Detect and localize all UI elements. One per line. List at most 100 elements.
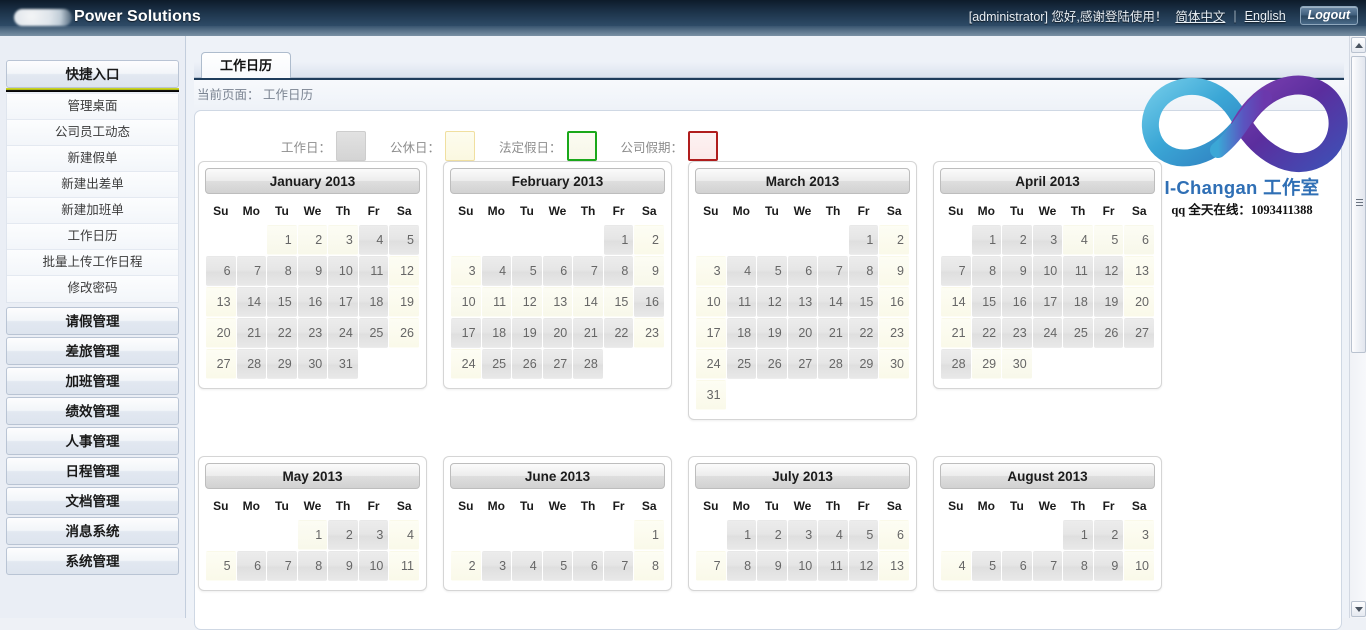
calendar-day-work[interactable]: 25 (1063, 318, 1093, 348)
calendar-day-work[interactable]: 4 (358, 225, 389, 255)
calendar-day-rest[interactable]: 27 (206, 349, 236, 379)
calendar-day-work[interactable]: 2 (328, 520, 358, 550)
calendar-day-work[interactable]: 6 (206, 256, 236, 286)
calendar-day-rest[interactable]: 26 (389, 318, 419, 348)
calendar-day-legal[interactable]: 5 (1093, 225, 1124, 255)
calendar-day-work[interactable]: 29 (267, 349, 297, 379)
scrollbar-thumb[interactable] (1351, 56, 1366, 353)
calendar-day-work[interactable]: 4 (512, 551, 542, 581)
scroll-up-button[interactable] (1351, 37, 1366, 53)
calendar-day-work[interactable]: 22 (848, 318, 879, 348)
scroll-down-button[interactable] (1351, 601, 1366, 617)
calendar-day-legal[interactable]: 10 (451, 287, 481, 317)
calendar-day-work[interactable]: 26 (512, 349, 542, 379)
sidebar-quick-item[interactable]: 修改密码 (7, 276, 178, 302)
calendar-day-work[interactable]: 9 (297, 256, 328, 286)
calendar-day-work[interactable]: 8 (1063, 551, 1093, 581)
calendar-day-work[interactable]: 30 (297, 349, 328, 379)
calendar-day-rest[interactable]: 31 (696, 380, 726, 410)
calendar-day-work[interactable]: 1 (726, 520, 757, 550)
calendar-day-work[interactable]: 7 (1032, 551, 1063, 581)
calendar-day-legal[interactable]: 3 (328, 225, 358, 255)
calendar-day-rest[interactable]: 3 (451, 256, 481, 286)
calendar-day-work[interactable]: 5 (757, 256, 787, 286)
calendar-day-work[interactable]: 6 (787, 256, 818, 286)
calendar-day-work[interactable]: 14 (818, 287, 848, 317)
calendar-day-work[interactable]: 28 (941, 349, 971, 379)
calendar-day-rest[interactable]: 6 (879, 520, 909, 550)
sidebar-section-8[interactable]: 消息系统 (6, 517, 179, 545)
calendar-day-rest[interactable]: 21 (941, 318, 971, 348)
calendar-day-work[interactable]: 7 (818, 256, 848, 286)
calendar-day-rest[interactable]: 7 (696, 551, 726, 581)
calendar-day-rest[interactable]: 30 (879, 349, 909, 379)
calendar-day-work[interactable]: 31 (328, 349, 358, 379)
calendar-day-work[interactable]: 12 (1093, 256, 1124, 286)
calendar-day-rest[interactable]: 10 (1124, 551, 1154, 581)
calendar-day-legal[interactable]: 29 (971, 349, 1002, 379)
calendar-day-work[interactable]: 5 (971, 551, 1002, 581)
calendar-day-work[interactable]: 6 (542, 256, 573, 286)
sidebar-section-4[interactable]: 绩效管理 (6, 397, 179, 425)
calendar-day-work[interactable]: 7 (603, 551, 634, 581)
calendar-day-work[interactable]: 14 (236, 287, 267, 317)
calendar-day-rest[interactable]: 20 (1124, 287, 1154, 317)
calendar-day-work[interactable]: 27 (787, 349, 818, 379)
calendar-day-work[interactable]: 17 (451, 318, 481, 348)
sidebar-quick-item[interactable]: 批量上传工作日程 (7, 250, 178, 276)
calendar-day-work[interactable]: 29 (848, 349, 879, 379)
calendar-day-work[interactable]: 26 (1093, 318, 1124, 348)
calendar-day-work[interactable]: 1 (1063, 520, 1093, 550)
calendar-day-work[interactable]: 23 (1002, 318, 1032, 348)
language-link-chinese[interactable]: 简体中文 (1175, 6, 1225, 25)
calendar-day-work[interactable]: 13 (787, 287, 818, 317)
calendar-day-work[interactable]: 2 (1093, 520, 1124, 550)
calendar-day-legal[interactable]: 30 (1002, 349, 1032, 379)
calendar-day-work[interactable]: 17 (1032, 287, 1063, 317)
calendar-day-work[interactable]: 21 (236, 318, 267, 348)
calendar-day-work[interactable]: 28 (236, 349, 267, 379)
calendar-day-work[interactable]: 15 (848, 287, 879, 317)
calendar-day-work[interactable]: 16 (634, 287, 664, 317)
sidebar-quick-item[interactable]: 新建出差单 (7, 172, 178, 198)
calendar-day-work[interactable]: 26 (757, 349, 787, 379)
calendar-day-work[interactable]: 4 (726, 256, 757, 286)
calendar-day-work[interactable]: 11 (726, 287, 757, 317)
calendar-day-work[interactable]: 25 (481, 349, 512, 379)
calendar-day-work[interactable]: 8 (971, 256, 1002, 286)
calendar-day-legal[interactable]: 9 (634, 256, 664, 286)
calendar-day-work[interactable]: 19 (757, 318, 787, 348)
calendar-day-work[interactable]: 22 (603, 318, 634, 348)
calendar-day-rest[interactable]: 2 (879, 225, 909, 255)
calendar-day-rest[interactable]: 1 (634, 520, 664, 550)
calendar-day-rest[interactable]: 5 (206, 551, 236, 581)
calendar-day-work[interactable]: 16 (297, 287, 328, 317)
calendar-day-rest[interactable]: 13 (1124, 256, 1154, 286)
calendar-day-legal[interactable]: 12 (512, 287, 542, 317)
calendar-day-work[interactable]: 22 (971, 318, 1002, 348)
calendar-day-rest[interactable]: 2 (634, 225, 664, 255)
calendar-day-work[interactable]: 27 (1124, 318, 1154, 348)
calendar-day-rest[interactable]: 13 (206, 287, 236, 317)
calendar-day-work[interactable]: 24 (1032, 318, 1063, 348)
calendar-day-rest[interactable]: 9 (879, 256, 909, 286)
calendar-day-work[interactable]: 11 (818, 551, 848, 581)
calendar-day-legal[interactable]: 11 (481, 287, 512, 317)
calendar-day-rest[interactable]: 24 (451, 349, 481, 379)
calendar-day-legal[interactable]: 4 (1063, 225, 1093, 255)
calendar-day-rest[interactable]: 3 (1124, 520, 1154, 550)
calendar-day-work[interactable]: 5 (389, 225, 419, 255)
calendar-day-work[interactable]: 3 (1032, 225, 1063, 255)
calendar-day-work[interactable]: 23 (297, 318, 328, 348)
calendar-day-work[interactable]: 18 (726, 318, 757, 348)
calendar-day-work[interactable]: 7 (573, 256, 603, 286)
calendar-day-rest[interactable]: 16 (879, 287, 909, 317)
calendar-day-work[interactable]: 18 (358, 287, 389, 317)
calendar-day-rest[interactable]: 2 (451, 551, 481, 581)
sidebar-quick-item[interactable]: 公司员工动态 (7, 120, 178, 146)
sidebar-quick-item[interactable]: 新建加班单 (7, 198, 178, 224)
calendar-day-work[interactable]: 11 (1063, 256, 1093, 286)
calendar-day-work[interactable]: 9 (1093, 551, 1124, 581)
calendar-day-legal[interactable]: 1 (297, 520, 328, 550)
calendar-day-legal[interactable]: 13 (542, 287, 573, 317)
